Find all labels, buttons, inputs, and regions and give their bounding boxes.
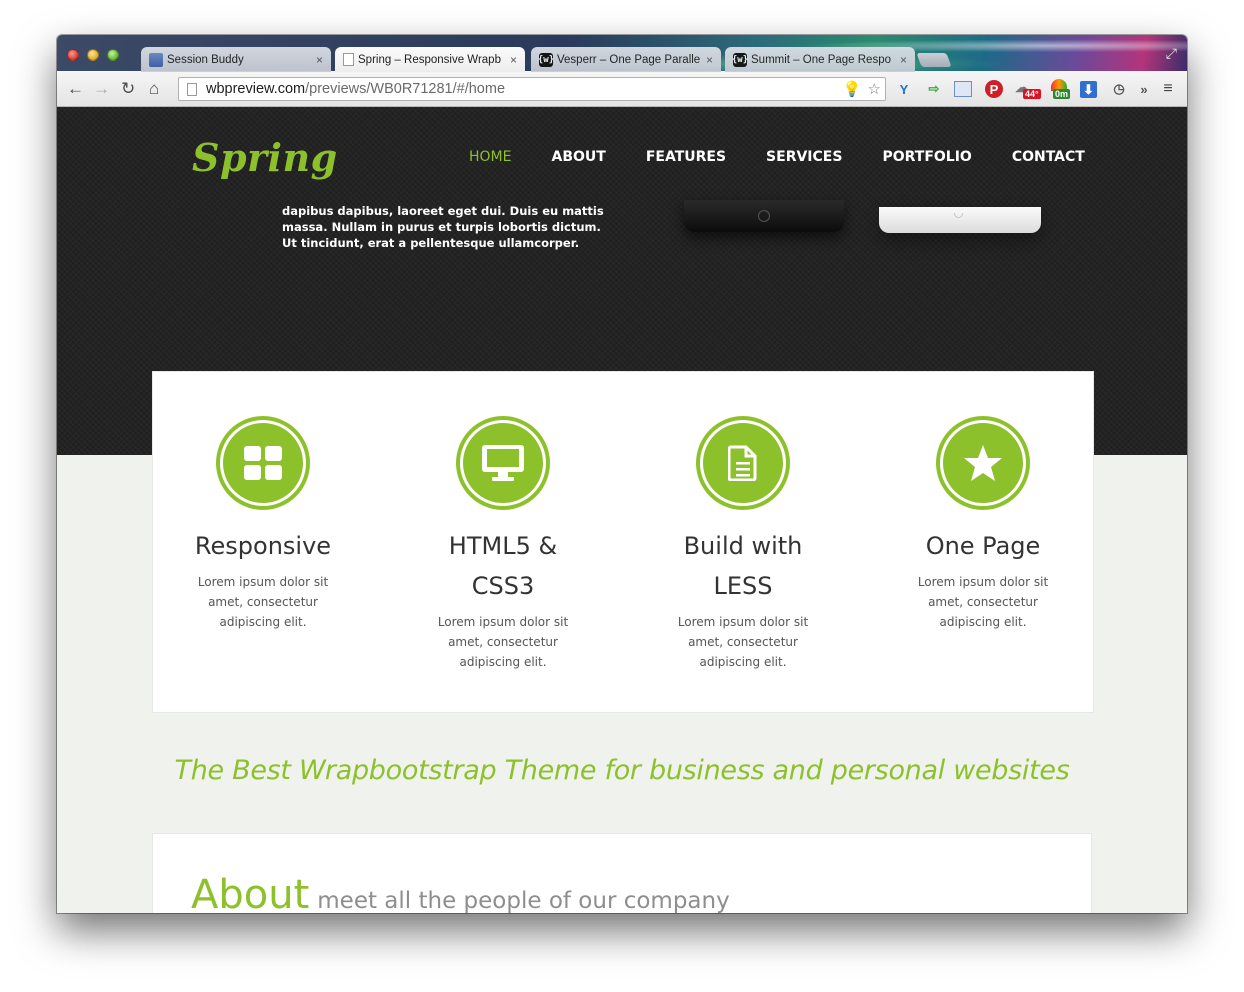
tab-title: Summit – One Page Respo [751, 53, 891, 66]
reload-icon[interactable]: ↻ [121, 79, 135, 99]
download-icon[interactable]: ⬇ [1080, 81, 1097, 98]
monitor-icon [456, 416, 550, 510]
nav-portfolio[interactable]: PORTFOLIO [882, 149, 971, 165]
nav-services[interactable]: SERVICES [766, 149, 842, 165]
feature-description: Lorem ipsum dolor sit amet, consectetur … [197, 575, 329, 629]
feature-description: Lorem ipsum dolor sit amet, consectetur … [677, 615, 809, 669]
bookmark-star-icon[interactable]: ☆ [868, 80, 881, 98]
tab-session-buddy[interactable]: Session Buddy × [141, 47, 331, 72]
tab-vesperr[interactable]: {w} Vesperr – One Page Paralle × [531, 47, 721, 72]
fullscreen-icon[interactable]: ⤢ [1166, 45, 1177, 62]
browser-toolbar: ← → ↻ ⌂ wbpreview.com /previews/WB0R7128… [57, 71, 1187, 107]
wrapbootstrap-icon: {w} [537, 52, 555, 67]
forward-mail-icon[interactable]: ⇨ [924, 79, 944, 99]
features-panel: Responsive Lorem ipsum dolor sit amet, c… [152, 371, 1094, 713]
tab-title: Vesperr – One Page Paralle [557, 53, 700, 66]
close-tab-icon[interactable]: × [706, 53, 713, 67]
nav-home[interactable]: HOME [469, 149, 511, 165]
tab-title: Session Buddy [167, 53, 244, 66]
address-bar[interactable]: wbpreview.com /previews/WB0R71281/#/home… [178, 77, 886, 101]
document-icon [696, 416, 790, 510]
close-tab-icon[interactable]: × [510, 53, 517, 67]
address-bar-icons: 💡 ☆ [843, 80, 881, 98]
page-icon [187, 82, 197, 96]
main-nav: HOME ABOUT FEATURES SERVICES PORTFOLIO C… [469, 149, 1125, 165]
wrapbootstrap-icon: {w} [731, 52, 749, 67]
tab-summit[interactable]: {w} Summit – One Page Respo × [725, 47, 915, 72]
about-heading: About meet all the people of our company [191, 872, 730, 913]
tagline: The Best Wrapbootstrap Theme for busines… [174, 755, 1070, 786]
feature-title: Build with LESS [683, 532, 803, 600]
about-section: About meet all the people of our company [152, 833, 1092, 913]
url-host: wbpreview.com [206, 81, 306, 97]
page-icon [343, 53, 354, 66]
about-subtitle: meet all the people of our company [317, 888, 730, 913]
nav-about[interactable]: ABOUT [551, 149, 605, 165]
tab-strip: Session Buddy × Spring – Responsive Wrap… [57, 35, 1187, 72]
grid-icon [216, 416, 310, 510]
tablet-white-image [879, 207, 1041, 233]
new-tab-button[interactable] [916, 53, 952, 67]
nav-contact[interactable]: CONTACT [1012, 149, 1085, 165]
home-icon[interactable]: ⌂ [149, 79, 159, 99]
browser-window: Session Buddy × Spring – Responsive Wrap… [57, 35, 1187, 913]
clock-icon[interactable]: ◷ [1109, 79, 1129, 99]
close-tab-icon[interactable]: × [900, 53, 907, 67]
timer-extension-icon[interactable]: 0m [1049, 79, 1075, 99]
forward-icon[interactable]: → [93, 79, 110, 99]
nav-features[interactable]: FEATURES [646, 149, 726, 165]
hero-text: dapibus dapibus, laoreet eget dui. Duis … [282, 204, 604, 250]
page-viewport: Spring HOME ABOUT FEATURES SERVICES PORT… [57, 107, 1187, 913]
session-buddy-icon [149, 52, 163, 67]
feature-title: Responsive [194, 532, 332, 560]
tablet-dark-image [684, 200, 844, 232]
star-icon [936, 416, 1030, 510]
y-extension-icon[interactable]: Y [894, 79, 914, 99]
window-controls [67, 49, 119, 61]
feature-title: HTML5 & CSS3 [448, 532, 558, 600]
close-window-button[interactable] [67, 49, 79, 61]
session-buddy-icon[interactable] [954, 81, 972, 97]
weather-badge: 44° [1023, 89, 1041, 99]
back-icon[interactable]: ← [67, 79, 84, 99]
tab-title: Spring – Responsive Wrapb [358, 53, 501, 66]
minimize-window-button[interactable] [87, 49, 99, 61]
menu-icon[interactable]: ≡ [1158, 79, 1178, 99]
lightbulb-icon[interactable]: 💡 [843, 80, 862, 98]
close-tab-icon[interactable]: × [316, 53, 323, 67]
tab-spring[interactable]: Spring – Responsive Wrapb × [335, 47, 525, 72]
overflow-chevron-icon[interactable]: » [1134, 79, 1154, 99]
url-path: /previews/WB0R71281/#/home [305, 81, 506, 97]
zoom-window-button[interactable] [107, 49, 119, 61]
site-logo[interactable]: Spring [192, 135, 338, 180]
weather-icon[interactable]: ☁ 44° [1015, 79, 1041, 99]
about-title: About [191, 872, 310, 913]
timer-badge: 0m [1053, 89, 1071, 99]
feature-title: One Page [925, 532, 1041, 560]
feature-description: Lorem ipsum dolor sit amet, consectetur … [437, 615, 569, 669]
feature-description: Lorem ipsum dolor sit amet, consectetur … [917, 575, 1049, 629]
pinterest-icon[interactable]: P [985, 80, 1003, 98]
